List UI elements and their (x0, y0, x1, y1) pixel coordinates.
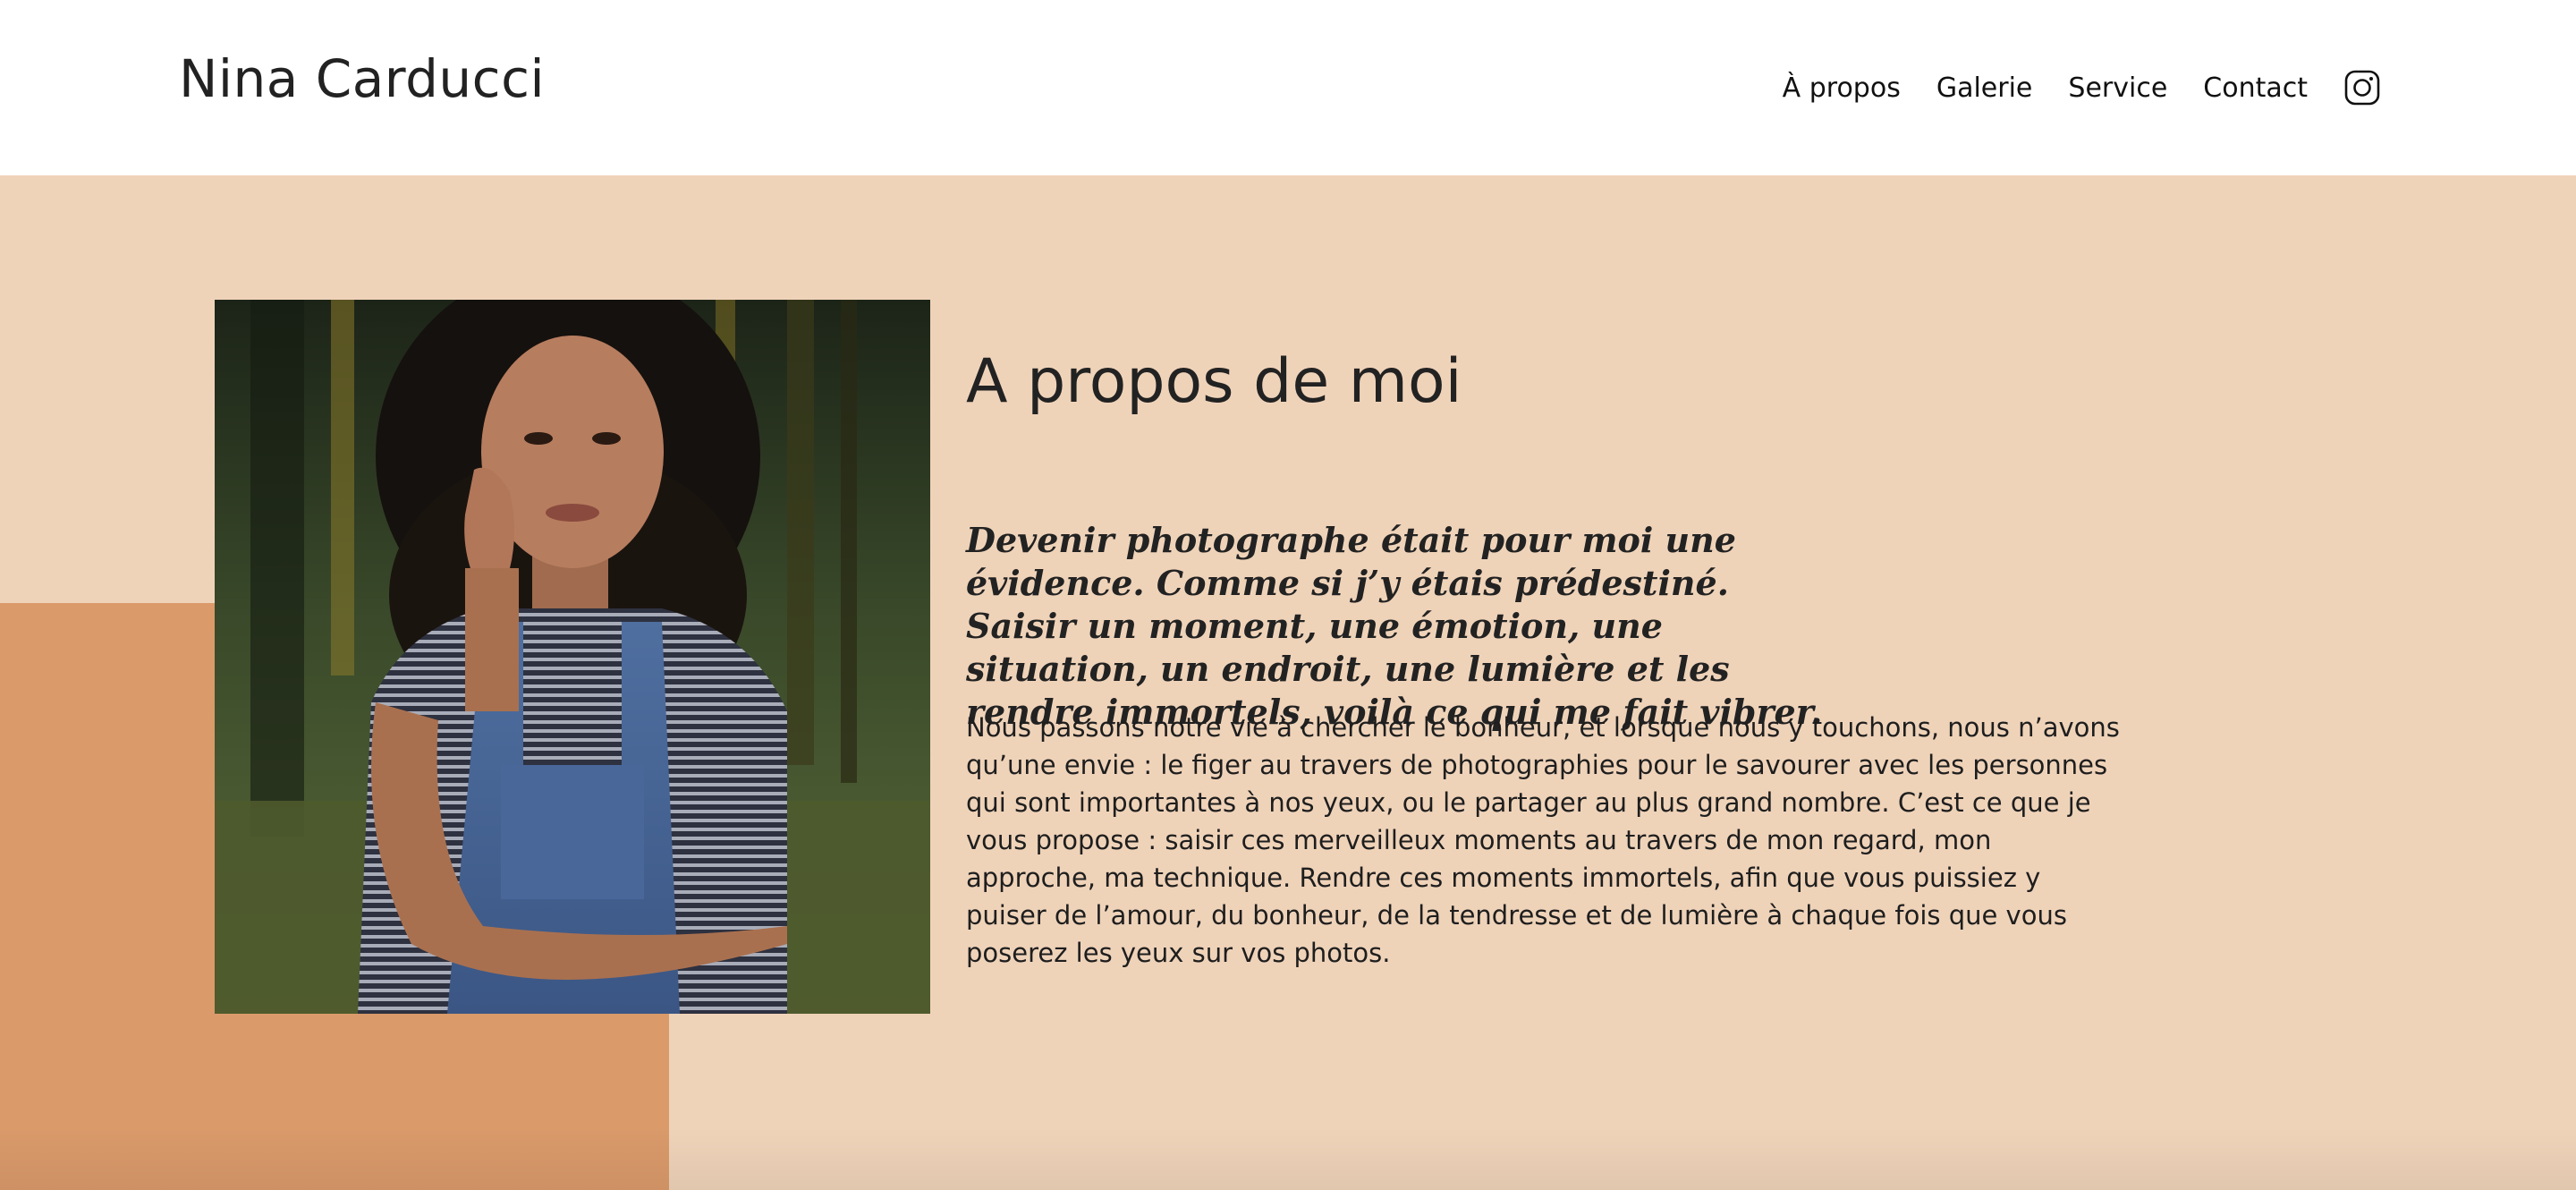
about-body-text: Nous passons notre vie à chercher le bon… (966, 712, 2120, 968)
instagram-icon[interactable] (2343, 69, 2381, 106)
nav-link-contact[interactable]: Contact (2203, 72, 2308, 104)
portrait-photo (215, 300, 930, 1014)
about-quote: Devenir photographe était pour moi une é… (966, 520, 1823, 732)
nav-link-service[interactable]: Service (2068, 72, 2167, 104)
main-nav: À propos Galerie Service Contact (1783, 64, 2381, 111)
about-title: A propos de moi (966, 346, 1462, 417)
nav-link-gallery[interactable]: Galerie (1936, 72, 2033, 104)
site-logo-text[interactable]: Nina Carducci (179, 43, 545, 115)
site-header: Nina Carducci À propos Galerie Service C… (0, 0, 2576, 175)
nav-link-about[interactable]: À propos (1783, 72, 1901, 104)
about-section: A propos de moi Devenir photographe étai… (0, 175, 2576, 1190)
